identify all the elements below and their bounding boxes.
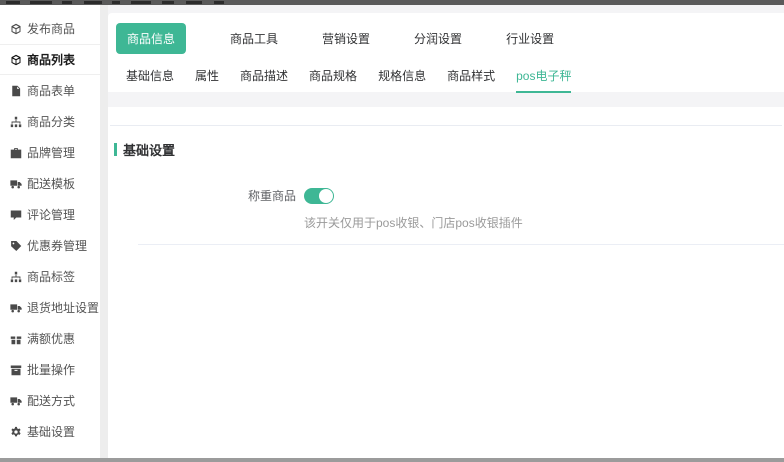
sidebar-scrollbar[interactable] bbox=[100, 5, 108, 458]
sidebar-item-2[interactable]: 商品列表 bbox=[0, 44, 100, 75]
primary-tab-2[interactable]: 商品工具 bbox=[230, 30, 278, 47]
sidebar-item-12[interactable]: 批量操作 bbox=[0, 354, 100, 385]
gear-icon bbox=[10, 426, 22, 438]
sidebar-item-4[interactable]: 商品分类 bbox=[0, 106, 100, 137]
sidebar-item-label: 发布商品 bbox=[27, 22, 76, 36]
tag-icon bbox=[10, 240, 22, 252]
secondary-tab-3[interactable]: 商品描述 bbox=[240, 67, 288, 93]
sidebar-item-label: 品牌管理 bbox=[27, 146, 76, 160]
secondary-tab-1[interactable]: 基础信息 bbox=[126, 67, 174, 93]
content-divider bbox=[138, 244, 784, 245]
sidebar-item-label: 商品表单 bbox=[27, 84, 76, 98]
cropped-browser-bottom-strip bbox=[0, 458, 784, 462]
gift-icon bbox=[10, 333, 22, 345]
primary-tab-3[interactable]: 营销设置 bbox=[322, 30, 370, 47]
sidebar-item-label: 批量操作 bbox=[27, 363, 76, 377]
sidebar-item-label: 基础设置 bbox=[27, 425, 76, 439]
file-icon bbox=[10, 85, 22, 97]
secondary-tab-bar: 基础信息 属性 商品描述 商品规格 规格信息 商品样式 pos电子秤 bbox=[116, 67, 776, 93]
sidebar-item-6[interactable]: 配送模板 bbox=[0, 168, 100, 199]
section-title-text: 基础设置 bbox=[123, 143, 176, 158]
main-area: 商品信息 商品工具 营销设置 分润设置 行业设置 基础信息 属性 商品描述 商品规格 规格信息商… bbox=[108, 5, 784, 458]
sidebar-item-10[interactable]: 退货地址设置 bbox=[0, 292, 100, 323]
sidebar-item-9[interactable]: 商品标签 bbox=[0, 261, 100, 292]
sidebar-item-5[interactable]: 品牌管理 bbox=[0, 137, 100, 168]
sidebar-item-label: 配送方式 bbox=[27, 394, 76, 408]
toggle-knob bbox=[319, 188, 333, 203]
secondary-tab-4[interactable]: 商品规格 bbox=[309, 67, 357, 93]
secondary-tab-5[interactable]: 规格信息 bbox=[378, 67, 426, 93]
comment-icon bbox=[10, 209, 22, 221]
section-title: 基础设置 bbox=[114, 140, 784, 159]
sidebar-item-13[interactable]: 配送方式 bbox=[0, 385, 100, 416]
sitemap-icon bbox=[10, 271, 22, 283]
sidebar-item-label: 商品分类 bbox=[27, 115, 76, 129]
sidebar-item-label: 配送模板 bbox=[27, 177, 76, 191]
sidebar: 发布商品商品列表商品表单商品分类品牌管理配送模板评论管理优惠券管理商品标签退货地… bbox=[0, 5, 100, 458]
sidebar-item-1[interactable]: 发布商品 bbox=[0, 13, 100, 44]
secondary-tab-2[interactable]: 属性 bbox=[195, 67, 219, 93]
section-accent-bar bbox=[114, 143, 117, 156]
secondary-tab-7[interactable]: pos电子秤 bbox=[516, 67, 572, 93]
cropped-browser-top-strip bbox=[0, 0, 784, 5]
truck-icon bbox=[10, 302, 22, 314]
weigh-product-helper-text: 该开关仅用于pos收银、门店pos收银插件 bbox=[304, 216, 523, 230]
weigh-product-label: 称重商品 bbox=[247, 189, 296, 203]
secondary-tab-6[interactable]: 商品样式 bbox=[447, 67, 495, 93]
cube-icon bbox=[10, 54, 22, 66]
sidebar-item-14[interactable]: 基础设置 bbox=[0, 416, 100, 447]
briefcase-icon bbox=[10, 147, 22, 159]
truck-icon bbox=[10, 178, 22, 190]
tabs-card: 商品信息 商品工具 营销设置 分润设置 行业设置 基础信息 属性 商品描述 商品规格 规格信息商… bbox=[108, 13, 784, 93]
truck-icon bbox=[10, 395, 22, 407]
cube-icon bbox=[10, 23, 22, 35]
box-icon bbox=[10, 364, 22, 376]
sidebar-item-label: 优惠券管理 bbox=[27, 239, 88, 253]
sidebar-item-3[interactable]: 商品表单 bbox=[0, 75, 100, 106]
sidebar-item-label: 商品标签 bbox=[27, 270, 76, 284]
primary-tab-1[interactable]: 商品信息 bbox=[116, 23, 187, 54]
sidebar-item-label: 评论管理 bbox=[27, 208, 76, 222]
weigh-product-toggle[interactable] bbox=[304, 187, 334, 204]
sidebar-item-label: 满额优惠 bbox=[27, 332, 76, 346]
sidebar-item-label: 退货地址设置 bbox=[27, 301, 100, 315]
primary-tab-5[interactable]: 行业设置 bbox=[506, 30, 554, 47]
content-card-header bbox=[110, 107, 782, 126]
primary-tab-4[interactable]: 分润设置 bbox=[414, 30, 462, 47]
admin-product-page: 发布商品商品列表商品表单商品分类品牌管理配送模板评论管理优惠券管理商品标签退货地… bbox=[0, 0, 784, 462]
weigh-product-form-item: 称重商品 bbox=[108, 187, 784, 204]
sidebar-item-7[interactable]: 评论管理 bbox=[0, 199, 100, 230]
sidebar-item-label: 商品列表 bbox=[27, 53, 76, 67]
content-card: 基础设置 称重商品 该开关仅用于pos收银、门店pos收银插件 bbox=[108, 107, 784, 458]
primary-tab-bar: 商品信息 商品工具 营销设置 分润设置 行业设置 bbox=[116, 23, 776, 54]
sidebar-item-8[interactable]: 优惠券管理 bbox=[0, 230, 100, 261]
sidebar-item-11[interactable]: 满额优惠 bbox=[0, 323, 100, 354]
sitemap-icon bbox=[10, 116, 22, 128]
